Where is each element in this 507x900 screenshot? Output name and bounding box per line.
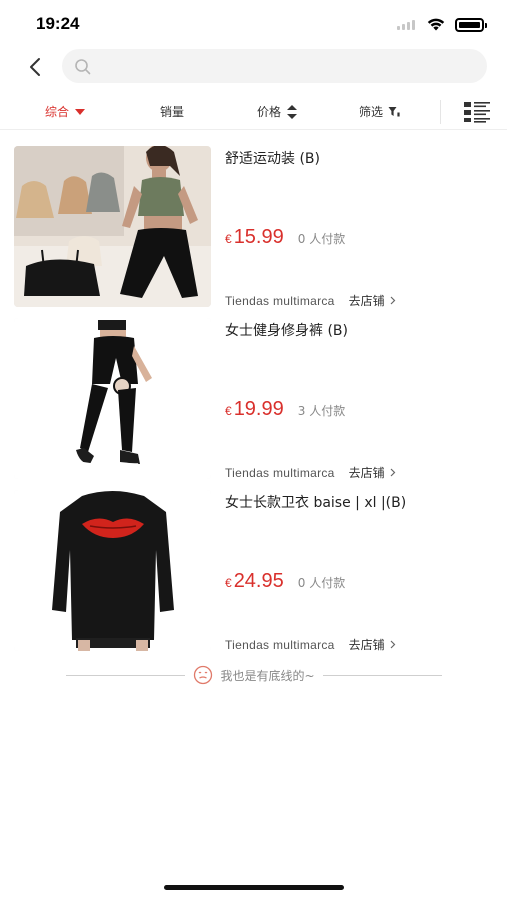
end-of-list-content: 我也是有底线的~	[185, 665, 322, 685]
currency-symbol: €	[225, 576, 232, 590]
go-to-store-link[interactable]: 去店铺	[349, 636, 396, 653]
status-time: 19:24	[36, 14, 80, 33]
product-card[interactable]: 女士长款卫衣 baise | xl |(B) € 24.95 0 人付款 Tie…	[0, 484, 507, 656]
go-to-store-label: 去店铺	[348, 294, 385, 308]
funnel-icon	[388, 106, 400, 116]
go-to-store-label: 去店铺	[348, 638, 385, 652]
chevron-right-icon	[390, 468, 396, 477]
filter-comprehensive[interactable]: 综合	[45, 103, 86, 120]
store-row: Tiendas multimarca 去店铺	[225, 292, 396, 309]
end-of-list-text: 我也是有底线的~	[220, 668, 315, 683]
filter-screen-label: 筛选	[359, 105, 384, 119]
product-title: 舒适运动装 (B)	[225, 151, 320, 167]
sort-arrows-icon	[287, 104, 298, 119]
home-indicator	[164, 885, 344, 890]
product-search-screen: 19:24 综合 销量 价格 筛选 舒适运动装 (B) € 15.99 0 人付…	[0, 0, 507, 900]
product-list: 舒适运动装 (B) € 15.99 0 人付款 Tiendas multimar…	[0, 140, 507, 656]
go-to-store-link[interactable]: 去店铺	[349, 292, 396, 309]
sold-count: 0 人付款	[297, 232, 346, 246]
chevron-right-icon	[390, 640, 396, 649]
filter-sales[interactable]: 销量	[160, 103, 184, 120]
back-button[interactable]	[22, 53, 50, 81]
product-card[interactable]: 女士健身修身裤 (B) € 19.99 3 人付款 Tiendas multim…	[0, 312, 507, 484]
product-price: 24.95	[233, 570, 284, 592]
go-to-store-link[interactable]: 去店铺	[349, 464, 396, 481]
store-name: Tiendas multimarca	[225, 293, 335, 308]
chevron-right-icon	[390, 296, 396, 305]
go-to-store-label: 去店铺	[348, 466, 385, 480]
price-row: € 24.95 0 人付款	[225, 570, 345, 593]
end-of-list: 我也是有底线的~	[66, 663, 442, 687]
product-image	[14, 318, 211, 479]
product-title: 女士健身修身裤 (B)	[225, 323, 348, 339]
sold-count: 0 人付款	[297, 576, 346, 590]
divider	[66, 674, 186, 676]
product-title: 女士长款卫衣 baise | xl |(B)	[225, 495, 407, 511]
search-icon	[75, 59, 91, 75]
wifi-icon	[427, 18, 445, 31]
price-row: € 19.99 3 人付款	[225, 398, 345, 421]
filter-price[interactable]: 价格	[257, 103, 298, 120]
filter-bar: 综合 销量 价格 筛选	[0, 94, 507, 130]
face-icon	[194, 665, 213, 685]
store-name: Tiendas multimarca	[225, 465, 335, 480]
search-input[interactable]	[62, 49, 487, 83]
filter-comprehensive-label: 综合	[45, 105, 70, 119]
store-row: Tiendas multimarca 去店铺	[225, 636, 396, 653]
product-image	[14, 146, 211, 307]
product-price: 15.99	[233, 226, 284, 248]
caret-down-icon	[75, 108, 86, 115]
product-image	[14, 490, 211, 651]
filter-sales-label: 销量	[160, 105, 185, 119]
signal-icon	[397, 20, 415, 30]
status-bar: 19:24	[0, 0, 507, 44]
filter-divider	[440, 100, 441, 124]
store-row: Tiendas multimarca 去店铺	[225, 464, 396, 481]
filter-price-label: 价格	[257, 105, 282, 119]
product-price: 19.99	[233, 398, 284, 420]
price-row: € 15.99 0 人付款	[225, 226, 345, 249]
filter-screen[interactable]: 筛选	[359, 103, 400, 120]
battery-icon	[455, 18, 487, 32]
divider	[322, 674, 442, 676]
product-card[interactable]: 舒适运动装 (B) € 15.99 0 人付款 Tiendas multimar…	[0, 140, 507, 312]
list-layout-toggle-icon[interactable]	[464, 101, 490, 123]
currency-symbol: €	[225, 232, 232, 246]
sold-count: 3 人付款	[297, 404, 346, 418]
currency-symbol: €	[225, 404, 232, 418]
store-name: Tiendas multimarca	[225, 637, 335, 652]
